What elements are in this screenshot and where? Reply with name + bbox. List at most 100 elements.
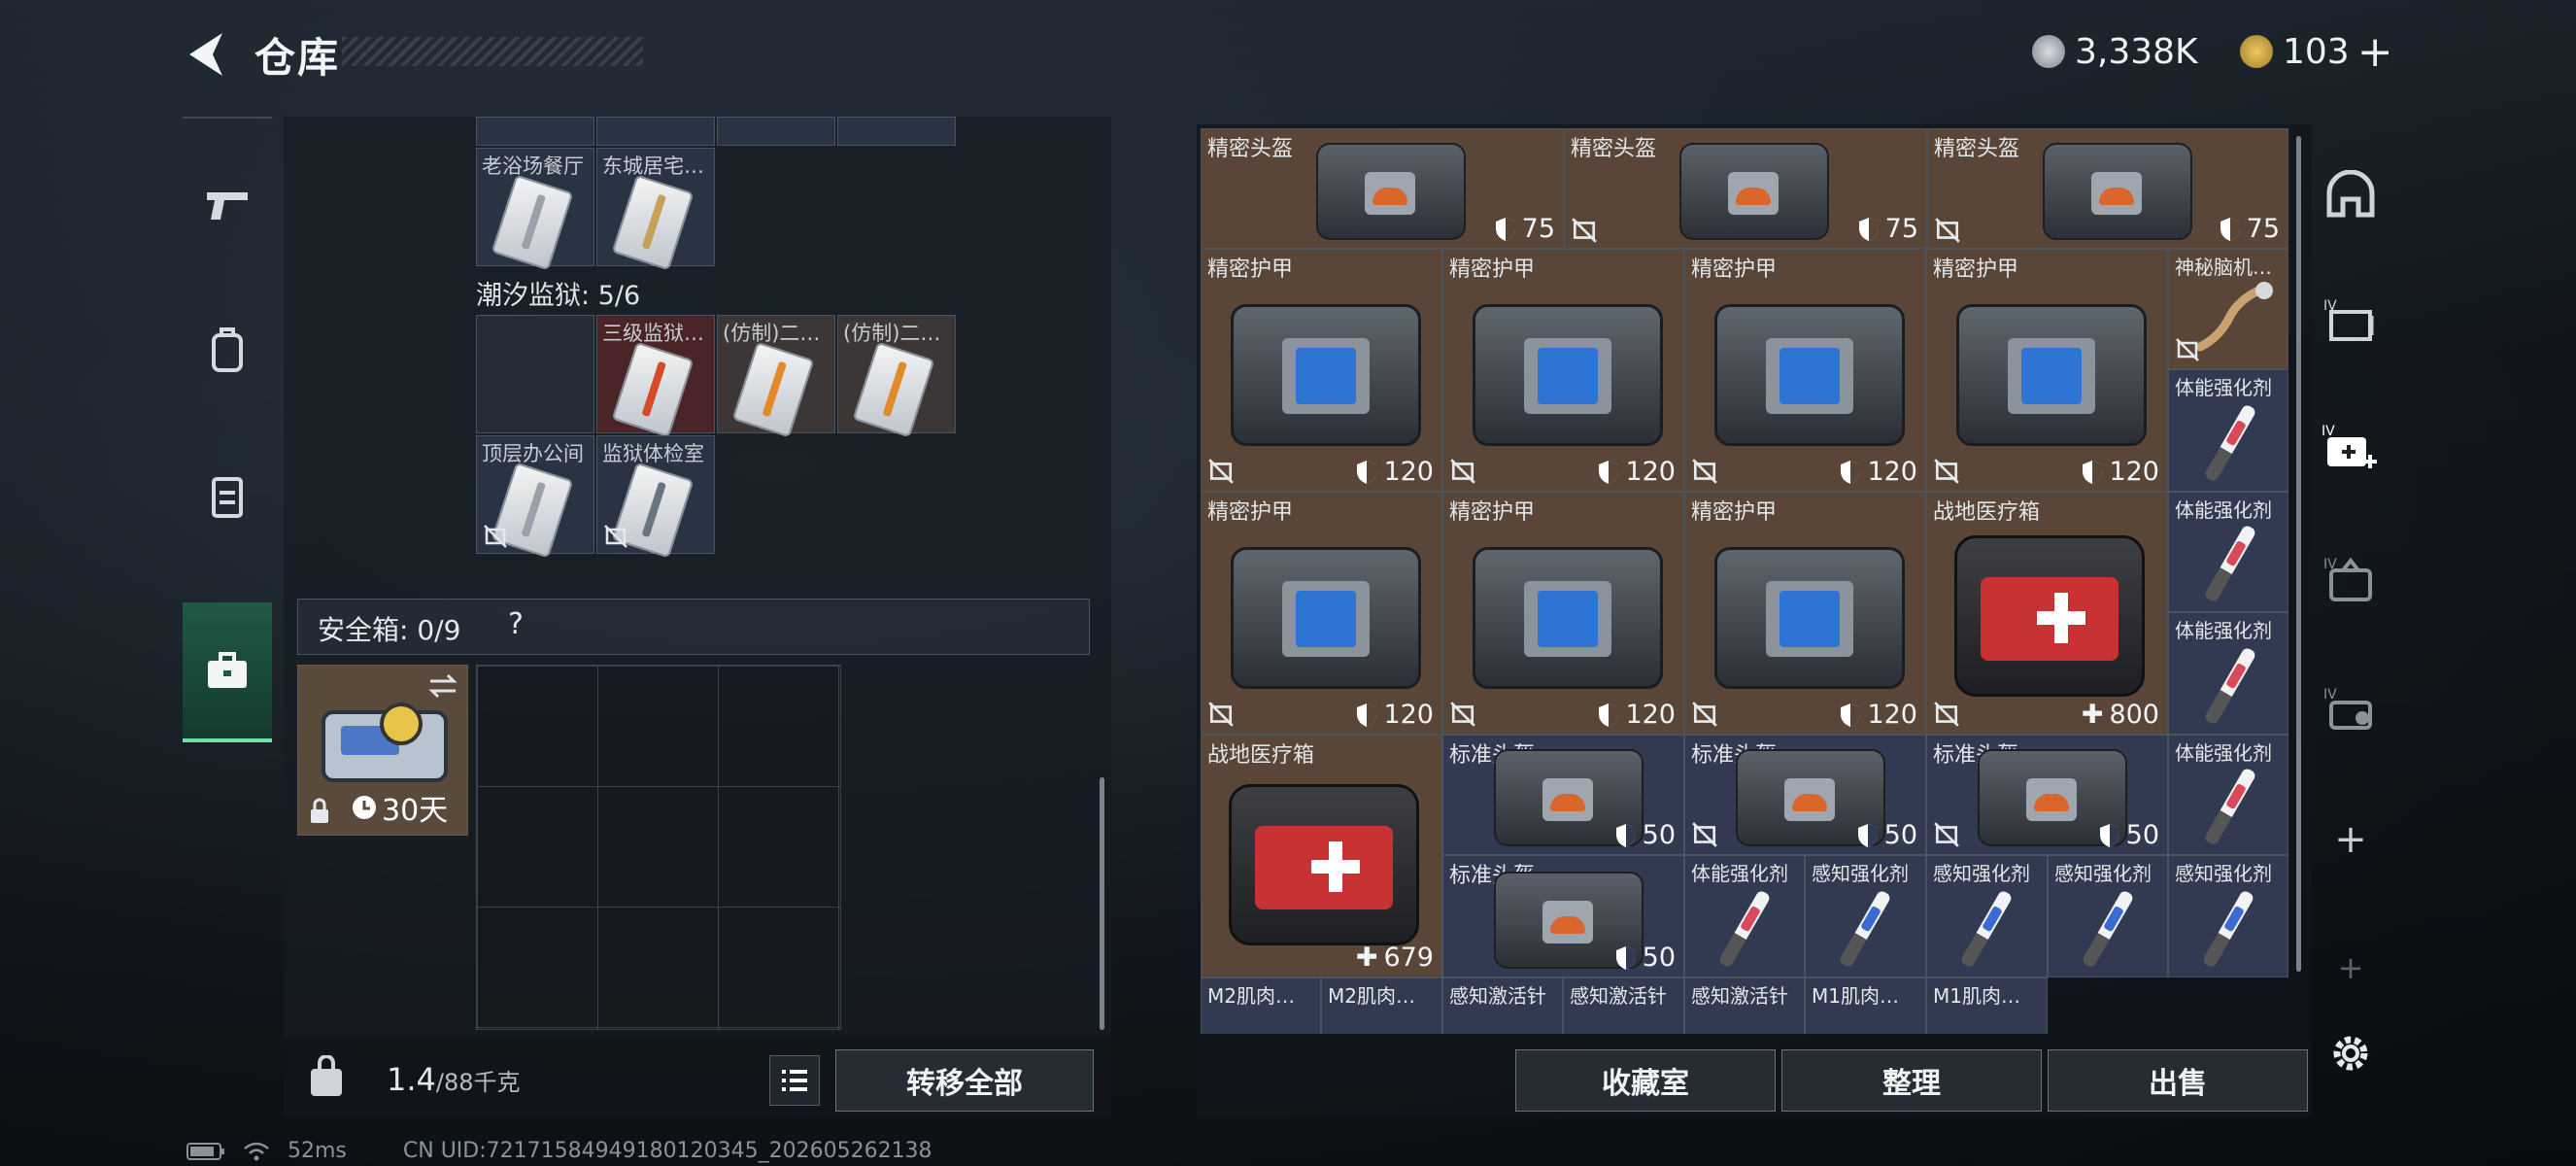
armor-item[interactable]: 精密护甲 120 (1926, 249, 2168, 492)
helmet-item[interactable]: 标准头盔 50 (1442, 735, 1684, 855)
keycard-slot[interactable]: 东城居宅… (596, 148, 715, 271)
armor-item[interactable]: 精密护甲 120 (1442, 492, 1684, 735)
no-sell-icon (1208, 702, 1234, 727)
no-sell-icon (1450, 702, 1475, 727)
keycard-icon (611, 174, 695, 271)
svg-text:IV: IV (2322, 424, 2335, 439)
syringe-item[interactable]: 感知强化剂 (2048, 855, 2168, 977)
storage-scrollbar[interactable] (1100, 777, 1104, 1030)
syringe-item[interactable]: 体能强化剂 (2168, 735, 2288, 855)
shield-icon (1858, 217, 1879, 241)
chest-rig-tab[interactable]: IV (2312, 282, 2390, 360)
helmet-item[interactable]: 精密头盔 75 (1927, 128, 2288, 249)
helmet-item[interactable]: 标准头盔 50 (1684, 735, 1926, 855)
help-icon[interactable]: ? (508, 607, 524, 641)
cut-off-slot[interactable] (476, 117, 594, 146)
item-durability: 50 (2099, 820, 2159, 850)
item-name: 感知激活针 (1691, 984, 1788, 1008)
syringe-item[interactable]: 感知强化剂 (1926, 855, 2048, 977)
item-slot[interactable]: M2肌肉… (1201, 977, 1321, 1034)
item-slot[interactable]: 感知激活针 (1563, 977, 1684, 1034)
cut-off-slot[interactable] (837, 117, 956, 146)
armor-item[interactable]: 精密护甲 120 (1442, 249, 1684, 492)
helmet-item[interactable]: 标准头盔 50 (1926, 735, 2168, 855)
case-slot-tab[interactable]: IV (2312, 670, 2390, 748)
organize-button[interactable]: 整理 (1781, 1049, 2042, 1112)
item-slot[interactable]: 感知激活针 (1442, 977, 1563, 1034)
syringe-item[interactable]: 感知强化剂 (1805, 855, 1926, 977)
helmet-item[interactable]: 精密头盔 75 (1201, 128, 1564, 249)
shield-icon (2083, 460, 2103, 484)
armor-icon (1231, 547, 1421, 689)
helmet-slot-tab[interactable] (2312, 155, 2390, 233)
armor-item[interactable]: 精密护甲 120 (1201, 249, 1442, 492)
nav-tab-equipment[interactable] (183, 282, 272, 418)
medkit-item[interactable]: 战地医疗箱 ✚ 679 (1201, 735, 1442, 977)
keycard-label: (仿制)二… (723, 322, 821, 345)
sell-button[interactable]: 出售 (2048, 1049, 2308, 1112)
keycard-slot[interactable]: (仿制)二… (717, 315, 835, 438)
keycard-slot[interactable]: 监狱体检室 (596, 435, 715, 559)
item-slot[interactable]: 感知激活针 (1684, 977, 1805, 1034)
cut-off-slot[interactable] (596, 117, 715, 146)
coin-balance: 3,338K (2032, 27, 2198, 76)
item-durability: 120 (1840, 700, 1917, 730)
item-slot[interactable]: M1肌肉… (1926, 977, 2048, 1034)
armor-icon (1714, 547, 1905, 689)
safebox-grid[interactable] (476, 665, 841, 1030)
backpack-scrollbar[interactable] (2296, 136, 2301, 972)
item-slot[interactable]: M2肌肉… (1321, 977, 1442, 1034)
syringe-item[interactable]: 感知强化剂 (2168, 855, 2288, 977)
item-name: 精密头盔 (1934, 137, 2020, 161)
no-sell-icon (1208, 459, 1234, 484)
item-slot[interactable]: M1肌肉… (1805, 977, 1926, 1034)
collection-room-button[interactable]: 收藏室 (1515, 1049, 1776, 1112)
brain-chip-item[interactable]: 神秘脑机… (2168, 249, 2288, 369)
keycard-slot[interactable]: 老浴场餐厅 (476, 148, 594, 271)
armor-item[interactable]: 精密护甲 120 (1684, 249, 1926, 492)
add-slot-button-disabled[interactable]: + (2312, 929, 2390, 1007)
keycard-slot[interactable]: 顶层办公间 (476, 435, 594, 559)
svg-text:IV: IV (2323, 687, 2337, 703)
item-durability: 120 (2082, 457, 2159, 487)
shield-icon (2220, 217, 2240, 241)
syringe-icon (2201, 889, 2255, 969)
nav-tab-keys[interactable] (183, 602, 272, 742)
item-name: 精密护甲 (1691, 500, 1778, 525)
item-name: 体能强化剂 (2175, 498, 2272, 522)
add-slot-button[interactable]: + (2312, 801, 2390, 878)
helmet-item[interactable]: 标准头盔 50 (1442, 855, 1684, 977)
armor-item[interactable]: 精密护甲 120 (1201, 492, 1442, 735)
item-name: M1肌肉… (1812, 984, 1899, 1008)
shield-icon (1495, 217, 1515, 241)
syringe-item[interactable]: 体能强化剂 (1684, 855, 1805, 977)
item-durability: ✚ 800 (2081, 700, 2159, 730)
settings-button[interactable] (2312, 1014, 2390, 1092)
ticket-icon (2240, 35, 2273, 68)
wifi-icon (244, 1142, 269, 1160)
nav-tab-consumables[interactable] (183, 428, 272, 564)
keycard-slot[interactable]: 三级监狱… (596, 315, 715, 438)
transfer-all-button[interactable]: 转移全部 (835, 1049, 1094, 1112)
armor-icon (1956, 304, 2147, 446)
swap-icon[interactable] (426, 671, 459, 701)
safebox-item[interactable]: 30天 (297, 665, 468, 836)
empty-slot[interactable] (476, 315, 594, 433)
cut-off-slot[interactable] (717, 117, 835, 146)
bag-slot-tab[interactable]: IV (2312, 540, 2390, 618)
backpack-add-tab[interactable]: IV (2312, 408, 2390, 486)
keycard-slot[interactable]: (仿制)二… (837, 315, 956, 438)
medkit-item[interactable]: 战地医疗箱 ✚ 800 (1926, 492, 2168, 735)
add-currency-button[interactable]: + (2357, 27, 2393, 77)
syringe-item[interactable]: 体能强化剂 (2168, 369, 2288, 492)
list-view-button[interactable] (769, 1055, 820, 1106)
syringe-icon (2203, 646, 2257, 726)
armor-item[interactable]: 精密护甲 120 (1684, 492, 1926, 735)
helmet-item[interactable]: 精密头盔 75 (1564, 128, 1927, 249)
nav-tab-weapons[interactable] (183, 136, 272, 272)
back-arrow-icon[interactable] (180, 27, 234, 82)
syringe-item[interactable]: 体能强化剂 (2168, 492, 2288, 612)
ticket-amount: 103 (2283, 31, 2350, 72)
syringe-item[interactable]: 体能强化剂 (2168, 612, 2288, 735)
no-sell-icon (1692, 702, 1717, 727)
